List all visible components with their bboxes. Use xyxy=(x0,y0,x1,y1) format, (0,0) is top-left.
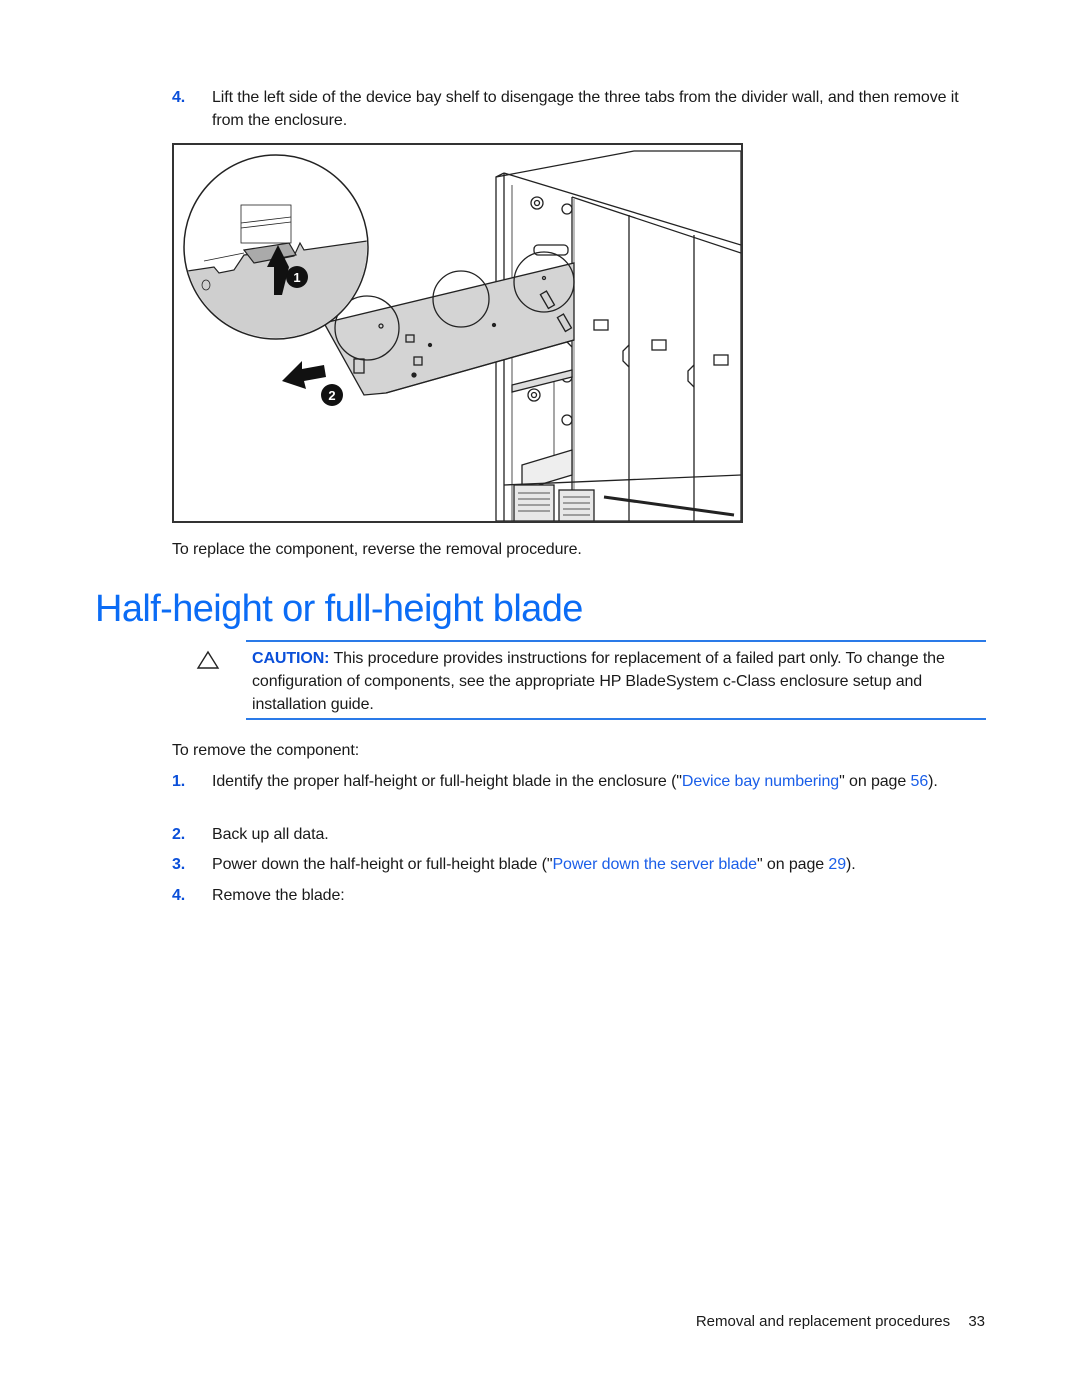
svg-text:2: 2 xyxy=(328,388,335,403)
caution-notice: CAUTION: This procedure provides instruc… xyxy=(252,647,952,716)
power-down-server-blade-link[interactable]: Power down the server blade xyxy=(552,856,757,873)
step-text-segment: Power down the half-height or full-heigh… xyxy=(212,856,553,873)
detail-zoom-circle xyxy=(183,154,369,340)
step-item-3: 3. Power down the half-height or full-he… xyxy=(172,853,992,876)
caution-bottom-rule xyxy=(246,718,986,720)
step-text: Identify the proper half-height or full-… xyxy=(212,770,987,793)
step-text-segment: ). xyxy=(846,856,856,873)
step-text: Power down the half-height or full-heigh… xyxy=(212,853,987,876)
caution-top-rule xyxy=(246,640,986,642)
caution-triangle-icon xyxy=(196,650,220,670)
arrow-left-icon xyxy=(282,361,326,389)
step-number: 4. xyxy=(172,887,186,904)
top-step: 4. Lift the left side of the device bay … xyxy=(172,86,992,132)
step-text: Remove the blade: xyxy=(212,887,345,904)
step-text-segment: " on page xyxy=(839,773,911,790)
page-footer: Removal and replacement procedures 33 xyxy=(696,1313,985,1330)
step-text: Lift the left side of the device bay she… xyxy=(212,89,959,129)
intro-text: To remove the component: xyxy=(172,742,360,759)
caution-label: CAUTION: xyxy=(252,650,330,667)
step-item-1: 1. Identify the proper half-height or fu… xyxy=(172,770,992,816)
caution-text: This procedure provides instructions for… xyxy=(252,650,945,713)
callout-1-badge: 1 xyxy=(286,266,308,288)
step-number: 1. xyxy=(172,773,186,790)
step-number: 2. xyxy=(172,826,186,843)
footer-section-title: Removal and replacement procedures xyxy=(695,1313,951,1330)
section-heading: Half-height or full-height blade xyxy=(95,588,583,630)
shelf-removal-illustration: 1 2 xyxy=(183,150,741,521)
replace-note: To replace the component, reverse the re… xyxy=(172,541,582,558)
step-number: 4. xyxy=(172,89,186,106)
step-text-segment: " on page xyxy=(756,856,829,873)
page-56-link[interactable]: 56 xyxy=(911,773,929,790)
step-text-segment: ). xyxy=(928,773,938,790)
svg-text:1: 1 xyxy=(293,270,300,285)
step-text-segment: Identify the proper half-height or full-… xyxy=(212,773,682,790)
shelf-removal-figure: 1 2 xyxy=(172,143,743,523)
step-text: Back up all data. xyxy=(212,826,329,843)
step-item-4: 4. Remove the blade: xyxy=(172,884,992,907)
device-bay-numbering-link[interactable]: Device bay numbering xyxy=(682,773,839,790)
callout-2-badge: 2 xyxy=(321,384,343,406)
step-item-2: 2. Back up all data. xyxy=(172,823,992,846)
page-29-link[interactable]: 29 xyxy=(828,856,846,873)
footer-page-number: 33 xyxy=(968,1313,985,1330)
step-number: 3. xyxy=(172,856,186,873)
